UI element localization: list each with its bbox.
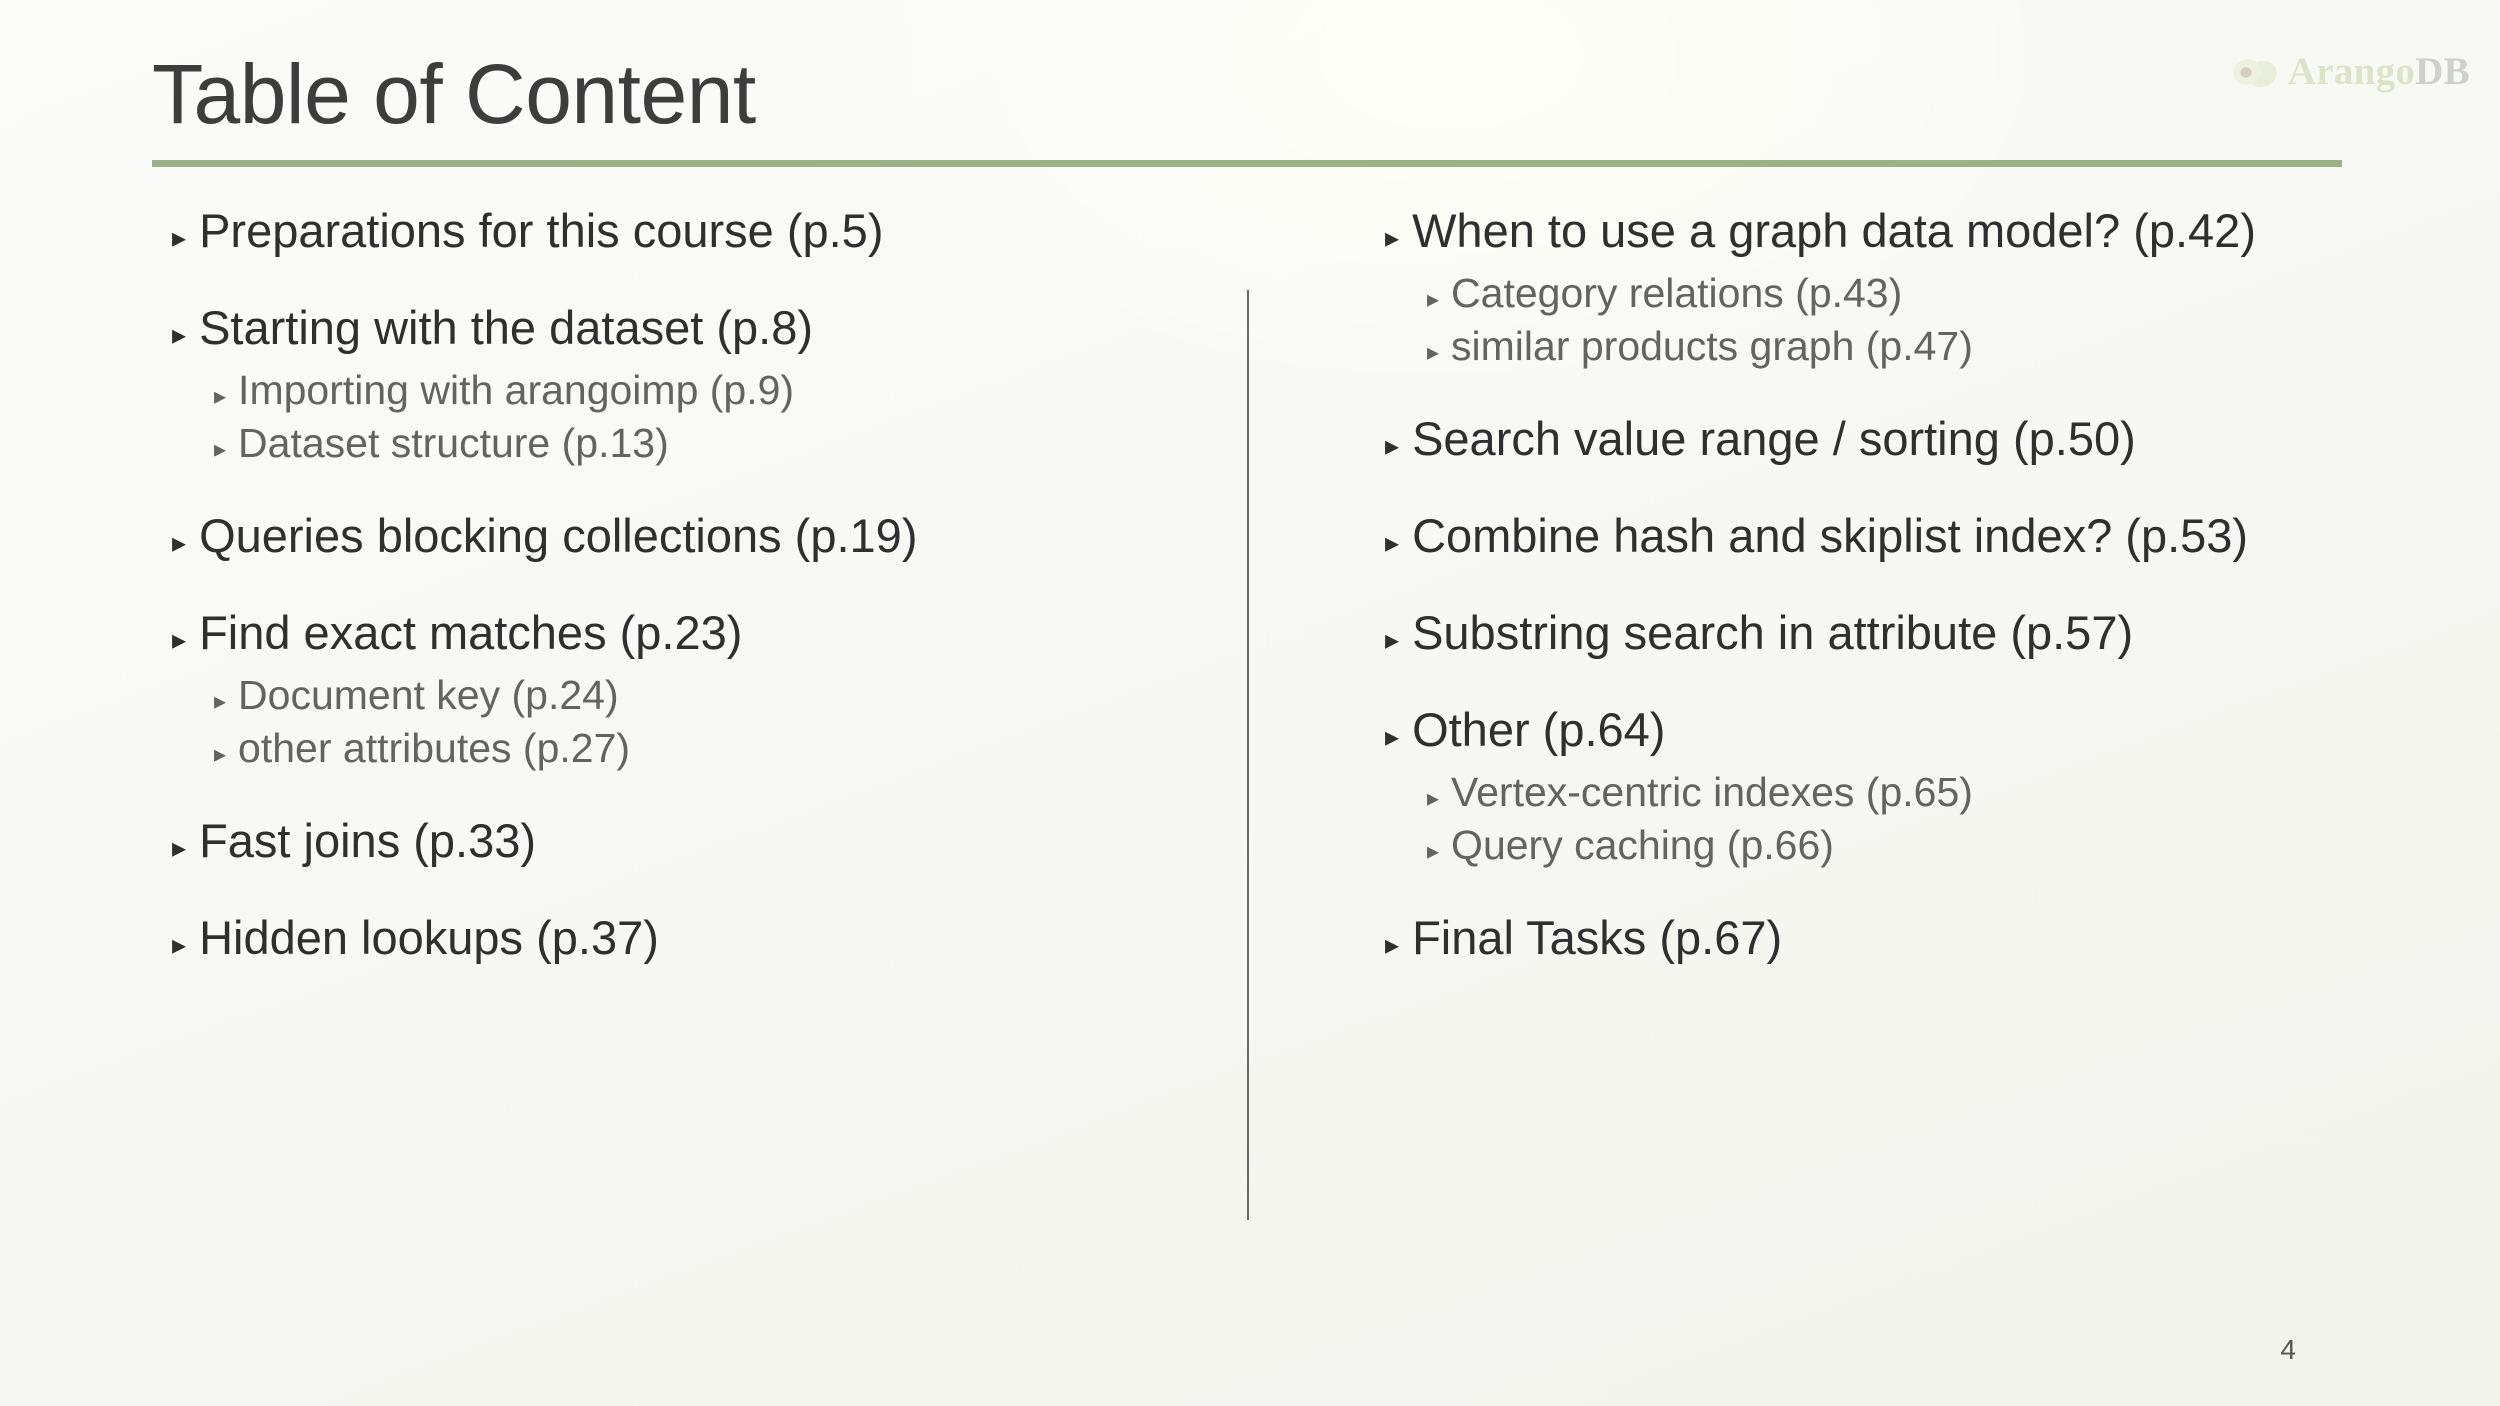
slide-header: Table of Content ArangoDB (0, 0, 2500, 175)
toc-entry-label: Fast joins (p.33) (199, 814, 537, 868)
toc-entry[interactable]: ▸ Other (p.64) (1385, 699, 2385, 760)
toc-subentry-list: ▸ Category relations (p.43) ▸ similar produ… (1385, 267, 2385, 372)
toc-subentry-label: similar products graph (p.47) (1451, 322, 1973, 369)
toc-subentry[interactable]: ▸ other attributes (p.27) (214, 722, 1192, 774)
toc-column-right: ▸ When to use a graph data model? (p.42) ▸… (1385, 200, 2385, 968)
toc-group: ▸ Combine hash and skiplist index? (p.53) (1385, 505, 2385, 566)
bullet-triangle-icon: ▸ (1385, 720, 1400, 754)
toc-subentry-list: ▸ Vertex-centric indexes (p.65) ▸ Query cac… (1385, 766, 2385, 871)
toc-subentry[interactable]: ▸ Category relations (p.43) (1427, 267, 2385, 319)
avocado-icon (2231, 54, 2279, 90)
slide-canvas: Table of Content ArangoDB ▸ Preparations … (0, 0, 2500, 1406)
toc-subentry-label: Category relations (p.43) (1451, 270, 1903, 317)
toc-entry-label: Search value range / sorting (p.50) (1412, 412, 2136, 466)
toc-entry-label: Substring search in attribute (p.57) (1412, 606, 2134, 660)
title-underline-rule (152, 160, 2342, 167)
toc-group: ▸ Other (p.64) ▸ Vertex-centric indexes (p.… (1385, 699, 2385, 871)
bullet-triangle-icon: ▸ (1385, 526, 1400, 560)
toc-entry[interactable]: ▸ Starting with the dataset (p.8) (172, 297, 1192, 358)
bullet-triangle-icon: ▸ (214, 434, 227, 463)
bullet-triangle-icon: ▸ (172, 831, 187, 865)
toc-subentry[interactable]: ▸ Query caching (p.66) (1427, 819, 2385, 871)
toc-entry[interactable]: ▸ Fast joins (p.33) (172, 810, 1192, 871)
page-number: 4 (2280, 1334, 2296, 1365)
column-divider (1247, 290, 1249, 1220)
toc-entry[interactable]: ▸ Queries blocking collections (p.19) (172, 505, 1192, 566)
toc-entry[interactable]: ▸ When to use a graph data model? (p.42) (1385, 200, 2385, 261)
toc-body: ▸ Preparations for this course (p.5) ▸ Star… (0, 200, 2500, 1260)
bullet-triangle-icon: ▸ (172, 928, 187, 962)
toc-entry-label: Hidden lookups (p.37) (199, 911, 659, 965)
bullet-triangle-icon: ▸ (172, 526, 187, 560)
toc-group: ▸ Fast joins (p.33) (172, 810, 1192, 871)
bullet-triangle-icon: ▸ (214, 739, 227, 768)
toc-entry-label: Other (p.64) (1412, 703, 1666, 757)
toc-subentry-label: other attributes (p.27) (238, 724, 631, 771)
bullet-triangle-icon: ▸ (214, 687, 227, 716)
bullet-triangle-icon: ▸ (1385, 928, 1400, 962)
toc-subentry-list: ▸ Importing with arangoimp (p.9) ▸ Dataset … (172, 364, 1192, 469)
toc-subentry-label: Document key (p.24) (238, 672, 619, 719)
toc-entry[interactable]: ▸ Hidden lookups (p.37) (172, 907, 1192, 968)
bullet-triangle-icon: ▸ (172, 221, 187, 254)
toc-entry[interactable]: ▸ Search value range / sorting (p.50) (1385, 408, 2385, 469)
bullet-triangle-icon: ▸ (1427, 285, 1440, 314)
page-title: Table of Content (152, 47, 756, 141)
bullet-triangle-icon: ▸ (1385, 221, 1400, 254)
toc-entry-label: Queries blocking collections (p.19) (199, 509, 918, 563)
toc-entry[interactable]: ▸ Combine hash and skiplist index? (p.53) (1385, 505, 2385, 566)
toc-entry-label: Starting with the dataset (p.8) (199, 301, 813, 355)
toc-group: ▸ Find exact matches (p.23) ▸ Document key … (172, 602, 1192, 774)
toc-subentry-label: Query caching (p.66) (1451, 821, 1834, 868)
arangodb-logo: ArangoDB (2231, 52, 2470, 91)
toc-entry[interactable]: ▸ Substring search in attribute (p.57) (1385, 602, 2385, 663)
toc-subentry[interactable]: ▸ Vertex-centric indexes (p.65) (1427, 766, 2385, 818)
toc-subentry-label: Vertex-centric indexes (p.65) (1451, 769, 1973, 816)
logo-wordmark: ArangoDB (2288, 52, 2470, 91)
bullet-triangle-icon: ▸ (1427, 836, 1440, 865)
toc-group: ▸ Substring search in attribute (p.57) (1385, 602, 2385, 663)
toc-group: ▸ When to use a graph data model? (p.42) ▸… (1385, 200, 2385, 372)
bullet-triangle-icon: ▸ (1427, 784, 1440, 813)
logo-wordmark-db: DB (2415, 50, 2470, 93)
toc-entry-label: Final Tasks (p.67) (1412, 911, 1783, 965)
toc-group: ▸ Starting with the dataset (p.8) ▸ Importi… (172, 297, 1192, 469)
toc-group: ▸ Search value range / sorting (p.50) (1385, 408, 2385, 469)
toc-group: ▸ Queries blocking collections (p.19) (172, 505, 1192, 566)
logo-wordmark-arango: Arango (2287, 50, 2416, 93)
toc-group: ▸ Hidden lookups (p.37) (172, 907, 1192, 968)
bullet-triangle-icon: ▸ (1427, 337, 1440, 366)
toc-subentry[interactable]: ▸ Importing with arangoimp (p.9) (214, 364, 1192, 416)
bullet-triangle-icon: ▸ (214, 382, 227, 411)
toc-subentry-list: ▸ Document key (p.24) ▸ other attributes (p… (172, 669, 1192, 774)
toc-column-left: ▸ Preparations for this course (p.5) ▸ Star… (172, 200, 1192, 968)
toc-subentry[interactable]: ▸ Dataset structure (p.13) (214, 417, 1192, 469)
toc-entry-label: Find exact matches (p.23) (199, 606, 743, 660)
toc-entry[interactable]: ▸ Find exact matches (p.23) (172, 602, 1192, 663)
toc-subentry[interactable]: ▸ Document key (p.24) (214, 669, 1192, 721)
toc-subentry-label: Dataset structure (p.13) (238, 419, 669, 466)
toc-entry-label: Preparations for this course (p.5) (199, 204, 884, 257)
toc-entry[interactable]: ▸ Preparations for this course (p.5) (172, 200, 1192, 261)
bullet-triangle-icon: ▸ (1385, 429, 1400, 463)
toc-subentry-label: Importing with arangoimp (p.9) (238, 367, 795, 414)
toc-entry[interactable]: ▸ Final Tasks (p.67) (1385, 907, 2385, 968)
toc-group: ▸ Preparations for this course (p.5) (172, 200, 1192, 261)
toc-group: ▸ Final Tasks (p.67) (1385, 907, 2385, 968)
toc-subentry[interactable]: ▸ similar products graph (p.47) (1427, 320, 2385, 372)
bullet-triangle-icon: ▸ (1385, 623, 1400, 657)
bullet-triangle-icon: ▸ (172, 318, 187, 352)
toc-entry-label: When to use a graph data model? (p.42) (1412, 204, 2256, 257)
toc-entry-label: Combine hash and skiplist index? (p.53) (1412, 509, 2249, 563)
bullet-triangle-icon: ▸ (172, 623, 187, 657)
